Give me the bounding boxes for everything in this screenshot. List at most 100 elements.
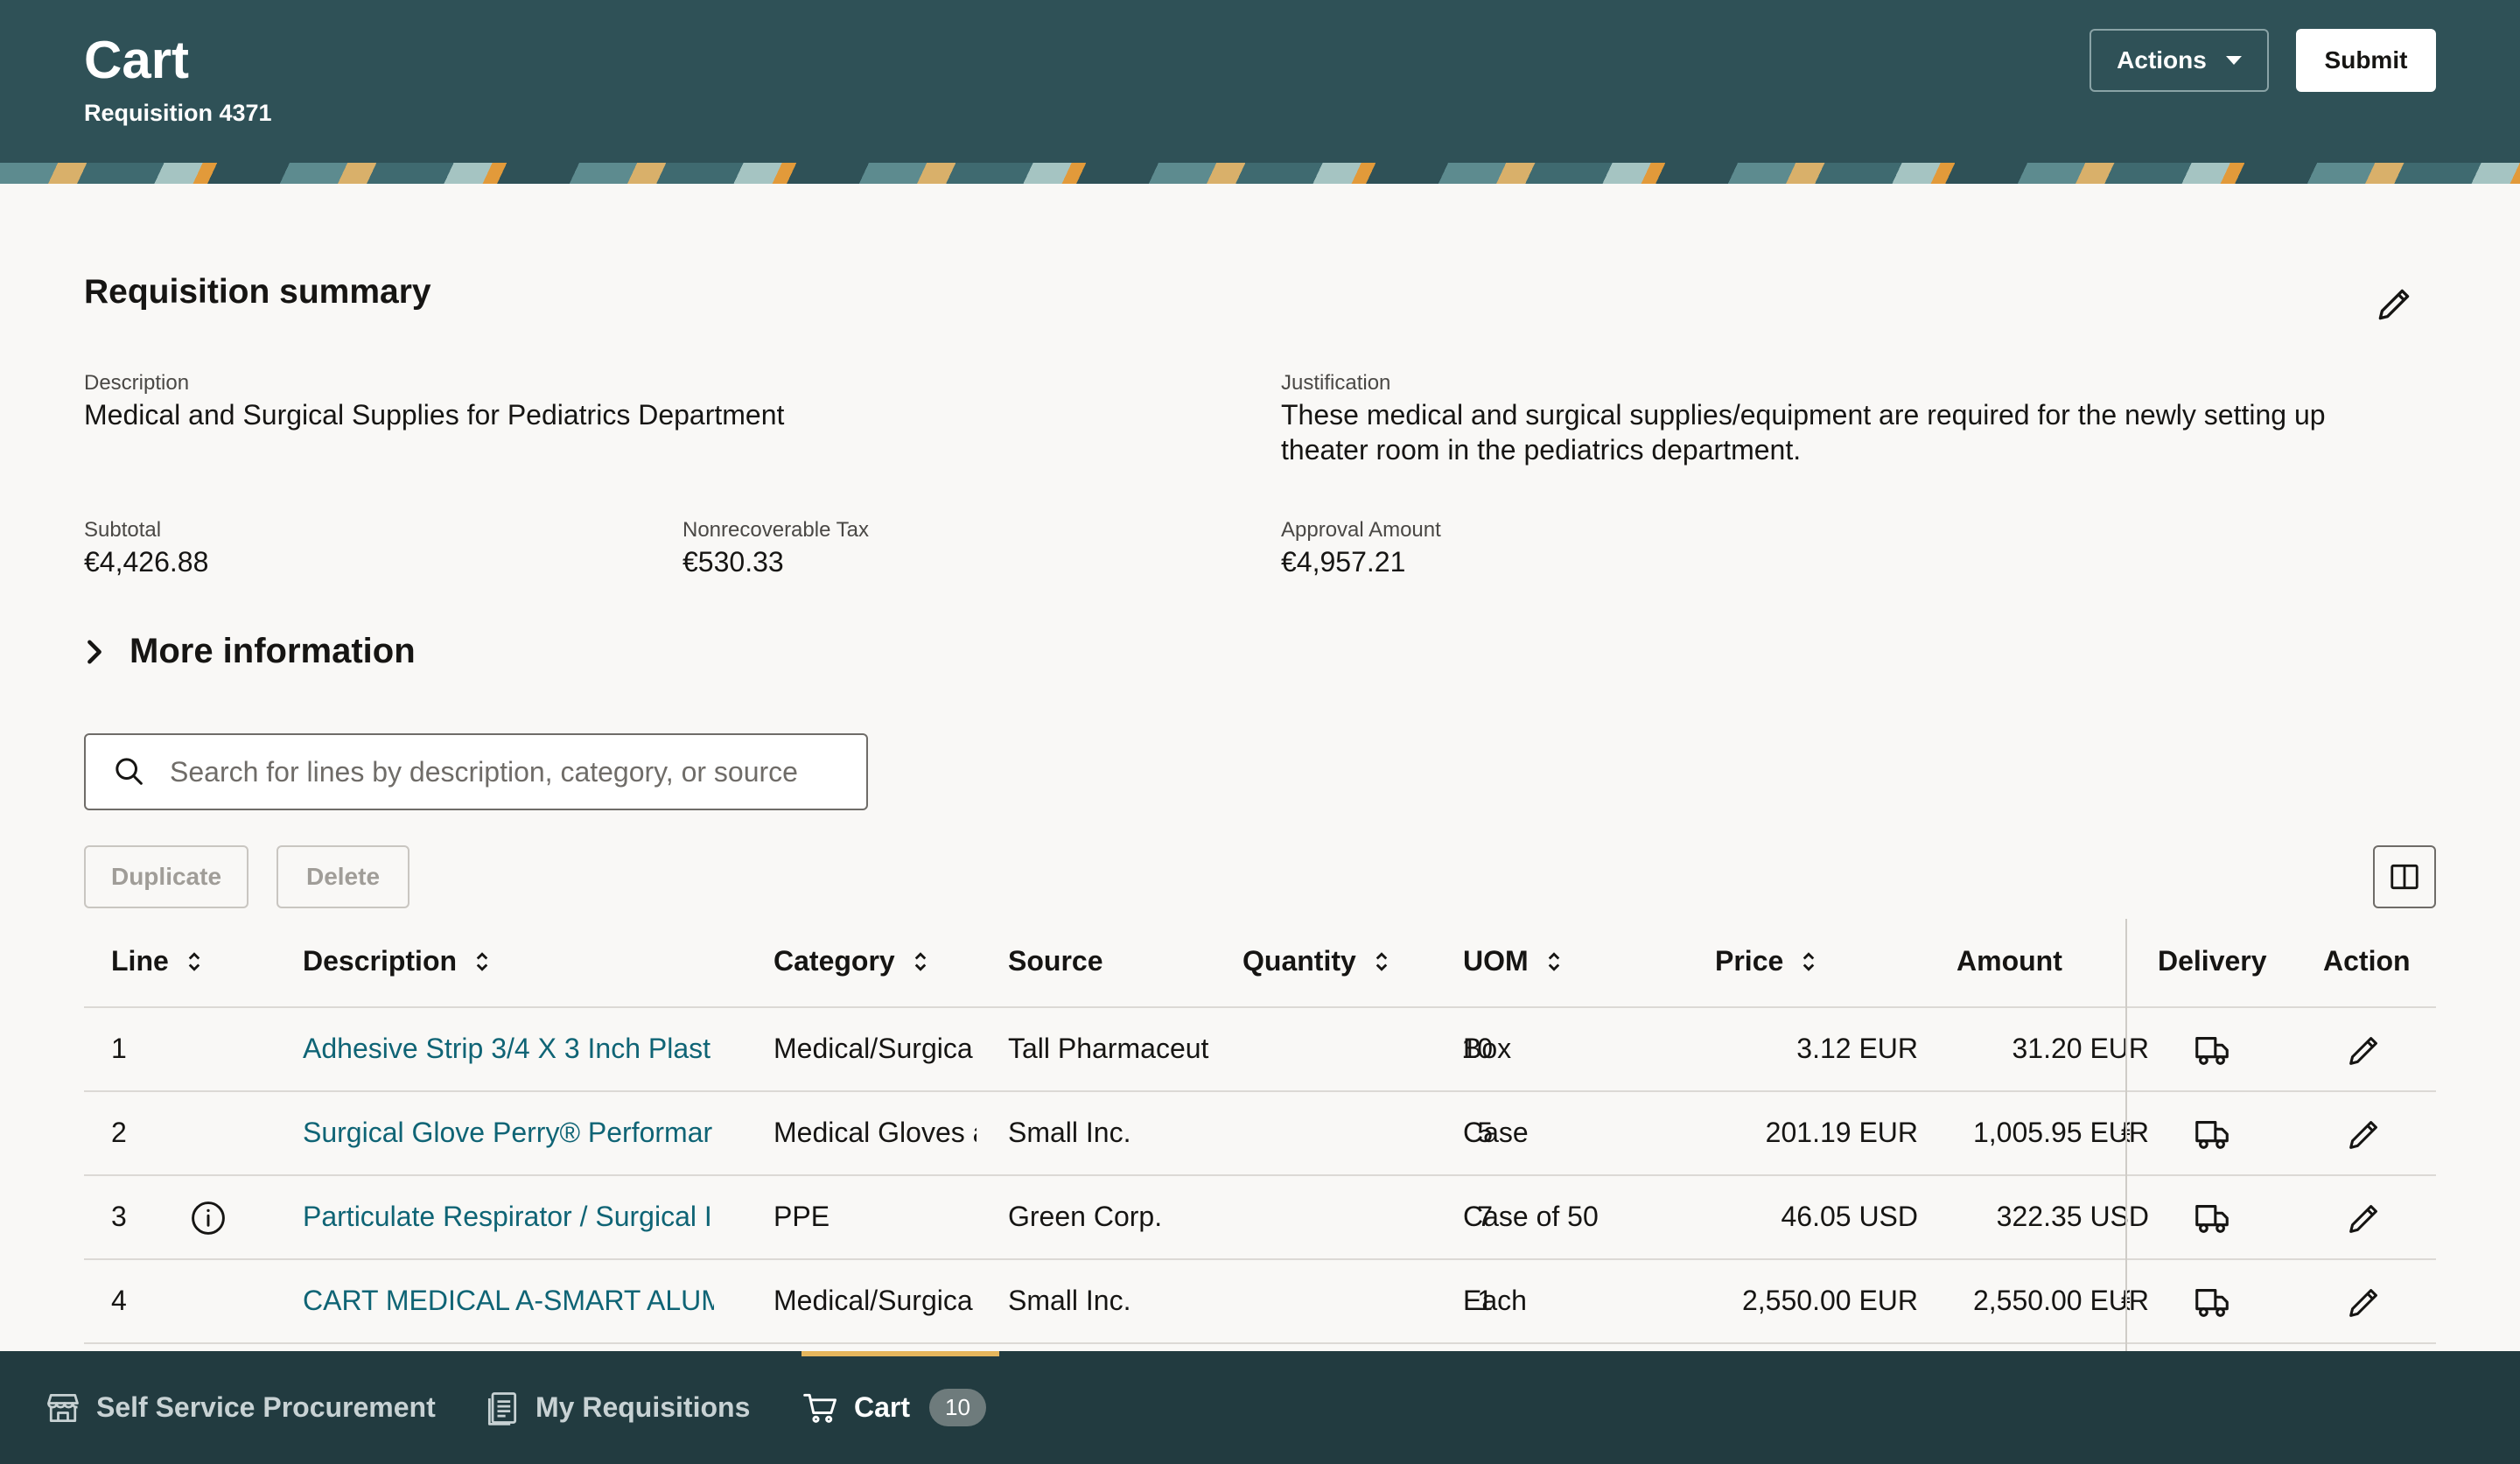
nav-cart[interactable]: Cart 10 — [802, 1351, 986, 1464]
pencil-icon — [2349, 1205, 2377, 1233]
category-cell: Medical/Surgica — [774, 1033, 973, 1064]
bottom-navigation: Self Service Procurement My Requisitions… — [0, 1351, 2520, 1464]
subtotal-value: €4,426.88 — [84, 546, 209, 578]
frozen-column-divider — [2125, 919, 2127, 1351]
column-label: Line — [111, 945, 169, 977]
sort-icon — [476, 951, 488, 971]
uom-cell: Case of 50 — [1463, 1201, 1599, 1232]
source-cell: Tall Pharmaceut — [1008, 1033, 1209, 1064]
column-header-category[interactable]: Category — [774, 945, 928, 977]
price-cell: 201.19 EUR — [1765, 1117, 1918, 1148]
column-label: UOM — [1463, 945, 1529, 977]
columns-icon — [2390, 864, 2418, 890]
column-label: Category — [774, 945, 895, 977]
price-cell: 3.12 EUR — [1796, 1033, 1918, 1064]
column-header-delivery: Delivery — [2158, 945, 2267, 977]
category-cell: PPE — [774, 1201, 830, 1232]
item-description-link[interactable]: CART MEDICAL A-SMART ALUM — [303, 1285, 714, 1317]
column-header-description[interactable]: Description — [303, 945, 490, 977]
delivery-button[interactable] — [2188, 1278, 2236, 1327]
store-icon — [47, 1393, 79, 1422]
description-value: Medical and Surgical Supplies for Pediat… — [84, 399, 785, 431]
caret-down-icon — [2225, 56, 2242, 65]
delivery-button[interactable] — [2188, 1194, 2236, 1243]
approval-amount-value: €4,957.21 — [1281, 546, 1406, 578]
sort-icon — [1548, 951, 1559, 971]
source-cell: Small Inc. — [1008, 1285, 1131, 1316]
delivery-button[interactable] — [2188, 1026, 2236, 1075]
uom-cell: Box — [1463, 1033, 1512, 1064]
info-icon — [192, 1201, 225, 1235]
actions-menu-button[interactable]: Actions — [2090, 29, 2269, 92]
column-header-quantity[interactable]: Quantity — [1242, 945, 1390, 977]
page-title: Cart — [84, 31, 190, 89]
decorative-banner — [0, 163, 2520, 184]
sort-icon — [1803, 951, 1815, 971]
sort-icon — [914, 951, 926, 971]
line-search-field[interactable] — [84, 733, 868, 810]
edit-line-button[interactable] — [2340, 1278, 2389, 1327]
justification-line-2: theater room in the pediatrics departmen… — [1281, 434, 1802, 466]
approval-amount-label: Approval Amount — [1281, 518, 1441, 542]
column-header-action: Action — [2323, 945, 2411, 977]
nav-my-requisitions[interactable]: My Requisitions — [483, 1351, 750, 1464]
price-cell: 46.05 USD — [1781, 1201, 1918, 1232]
column-header-price[interactable]: Price — [1715, 945, 1816, 977]
truck-icon — [2195, 1205, 2229, 1233]
delivery-button[interactable] — [2188, 1110, 2236, 1159]
table-row: 1 Adhesive Strip 3/4 X 3 Inch Plast Medi… — [84, 1008, 2436, 1092]
table-row: 3 Particulate Respirator / Surgical I PP… — [84, 1176, 2436, 1260]
line-number: 4 — [111, 1285, 127, 1316]
table-row: 2 Surgical Glove Perry® Performar Medica… — [84, 1092, 2436, 1176]
column-label: Quantity — [1242, 945, 1356, 977]
more-information-label: More information — [130, 632, 416, 670]
submit-button[interactable]: Submit — [2296, 29, 2436, 92]
edit-line-button[interactable] — [2340, 1026, 2389, 1075]
item-description-link[interactable]: Particulate Respirator / Surgical I — [303, 1201, 714, 1233]
pencil-icon — [2349, 1037, 2377, 1065]
column-header-source: Source — [1008, 945, 1102, 977]
tax-label: Nonrecoverable Tax — [682, 518, 870, 542]
column-header-uom[interactable]: UOM — [1463, 945, 1562, 977]
pencil-icon — [2349, 1121, 2377, 1149]
column-header-amount: Amount — [1956, 945, 2062, 977]
category-cell: Medical/Surgica — [774, 1285, 973, 1316]
amount-cell: 322.35 USD — [1996, 1201, 2149, 1232]
duplicate-button[interactable]: Duplicate — [84, 845, 248, 908]
justification-line-1: These medical and surgical supplies/equi… — [1281, 399, 2326, 431]
truck-icon — [2195, 1037, 2229, 1065]
chevron-right-icon — [88, 640, 102, 663]
column-header-line[interactable]: Line — [111, 945, 202, 977]
more-information-toggle[interactable]: More information — [84, 632, 416, 671]
search-icon — [116, 758, 143, 785]
line-info-button[interactable] — [184, 1194, 233, 1243]
summary-title: Requisition summary — [84, 273, 431, 311]
requisition-number: Requisition 4371 — [84, 100, 272, 126]
uom-cell: Each — [1463, 1285, 1527, 1316]
item-description-link[interactable]: Adhesive Strip 3/4 X 3 Inch Plast — [303, 1033, 714, 1065]
subtotal-label: Subtotal — [84, 518, 162, 542]
column-label: Amount — [1956, 945, 2062, 977]
column-label: Price — [1715, 945, 1784, 977]
item-description-link[interactable]: Surgical Glove Perry® Performar — [303, 1117, 714, 1149]
truck-icon — [2195, 1289, 2229, 1317]
line-number: 2 — [111, 1117, 127, 1148]
edit-line-button[interactable] — [2340, 1110, 2389, 1159]
requisitions-icon — [487, 1391, 517, 1425]
edit-summary-button[interactable] — [2373, 282, 2417, 326]
column-label: Action — [2323, 945, 2411, 977]
pencil-icon — [2378, 289, 2410, 320]
table-header: Line Description Category Source Quantit… — [84, 919, 2436, 1008]
nav-self-service-procurement[interactable]: Self Service Procurement — [44, 1351, 436, 1464]
search-input[interactable] — [170, 755, 852, 788]
delete-button[interactable]: Delete — [276, 845, 410, 908]
pencil-icon — [2349, 1289, 2377, 1317]
page-header: Cart Requisition 4371 Actions Submit — [0, 0, 2520, 163]
description-label: Description — [84, 371, 190, 395]
sort-icon — [1376, 951, 1388, 971]
cart-count-badge: 10 — [929, 1389, 986, 1426]
manage-columns-button[interactable] — [2373, 845, 2436, 908]
nav-label: Self Service Procurement — [96, 1391, 436, 1423]
actions-label: Actions — [2117, 46, 2207, 74]
edit-line-button[interactable] — [2340, 1194, 2389, 1243]
